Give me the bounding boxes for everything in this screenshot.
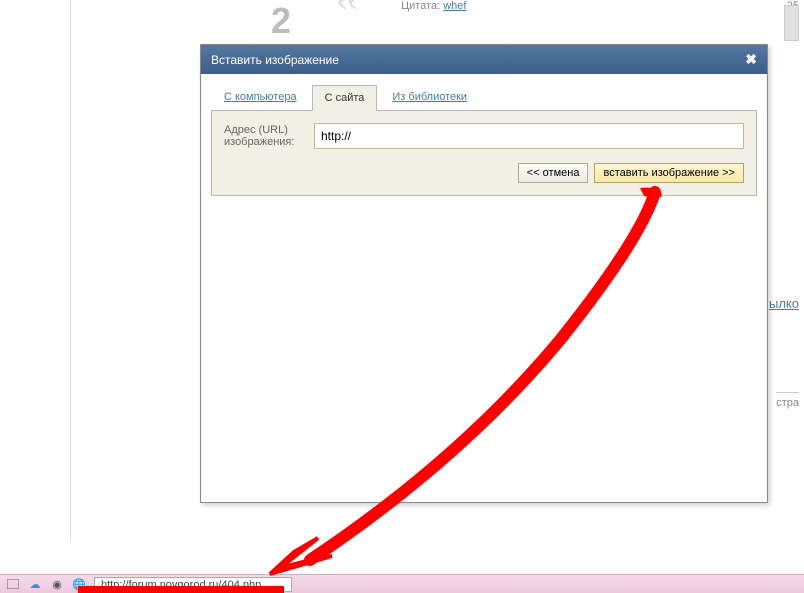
url-form: Адрес (URL) изображения: << отмена встав… — [211, 111, 757, 196]
pagination-label: стра — [776, 392, 799, 409]
quote-author-link[interactable]: whef — [443, 0, 466, 12]
annotation-underline — [78, 586, 284, 593]
close-icon[interactable]: ✖ — [745, 51, 757, 68]
quote-label: Цитата: whef — [401, 0, 466, 12]
insert-button[interactable]: вставить изображение >> — [594, 163, 744, 183]
cloud-icon[interactable]: ☁ — [26, 577, 44, 591]
window-icon[interactable] — [4, 577, 22, 591]
tab-from-computer[interactable]: С компьютера — [211, 84, 310, 110]
thumbnail-image — [784, 5, 799, 41]
tab-from-site[interactable]: С сайта — [312, 85, 378, 111]
vote-number: 2 — [271, 0, 291, 42]
image-url-input[interactable] — [314, 123, 744, 149]
dialog-header[interactable]: Вставить изображение ✖ — [201, 45, 767, 74]
quote-decoration: ‟ — [336, 0, 358, 25]
sidebar-link[interactable]: ылко — [769, 296, 799, 311]
insert-image-dialog: Вставить изображение ✖ С компьютера С са… — [200, 44, 768, 503]
dialog-empty-area — [211, 196, 757, 488]
disc-icon[interactable]: ◉ — [48, 577, 66, 591]
source-tabs: С компьютера С сайта Из библиотеки — [211, 84, 757, 111]
url-label: Адрес (URL) изображения: — [224, 124, 314, 148]
tab-from-library[interactable]: Из библиотеки — [379, 84, 480, 110]
dialog-title: Вставить изображение — [211, 53, 339, 67]
cancel-button[interactable]: << отмена — [518, 163, 589, 183]
